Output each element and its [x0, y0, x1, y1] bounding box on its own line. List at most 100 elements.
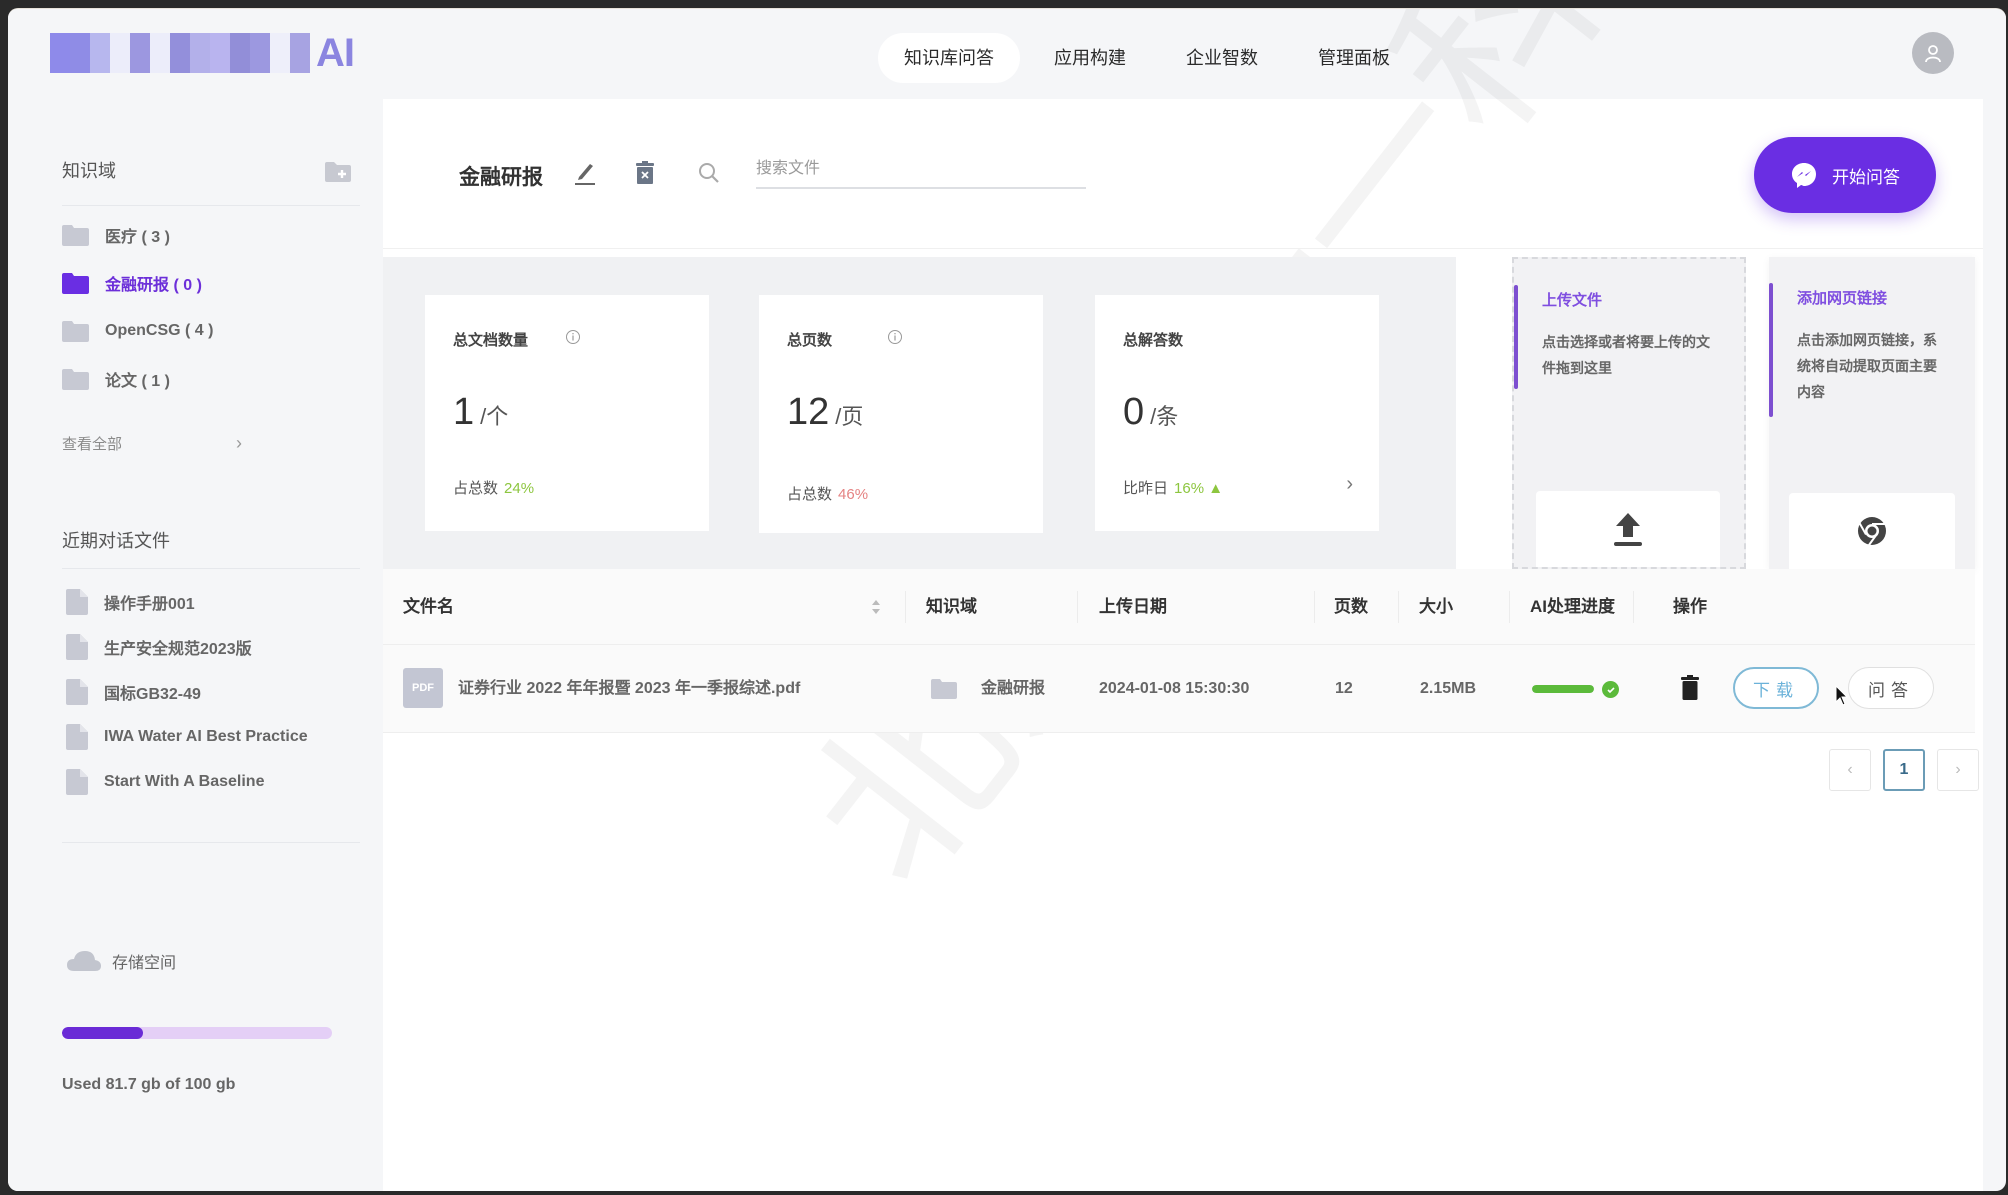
folder-item-finance-research[interactable]: 金融研报 ( 0 ) — [62, 259, 213, 307]
folder-plus-icon — [325, 162, 351, 182]
column-separator — [1509, 591, 1510, 623]
nav-tab-kb-qa[interactable]: 知识库问答 — [878, 33, 1020, 83]
stat-card-total-pages: 总页数 12/页 占总数 46% — [759, 295, 1043, 533]
logo-block — [250, 33, 270, 73]
logo-block — [290, 33, 310, 73]
stat-unit: /页 — [835, 404, 864, 429]
recent-file-item[interactable]: IWA Water AI Best Practice — [66, 714, 308, 759]
stat-footer-label: 占总数 — [787, 486, 833, 503]
check-circle-icon — [1602, 681, 1619, 698]
recent-file-label: 生产安全规范2023版 — [104, 640, 252, 658]
add-web-link-card[interactable]: 添加网页链接 点击添加网页链接，系统将自动提取页面主要内容 — [1769, 257, 1975, 569]
stat-title: 总解答数 — [1123, 332, 1184, 349]
file-icon — [66, 588, 88, 615]
view-all-link[interactable]: 查看全部 › — [62, 429, 242, 457]
nav-tab-admin-panel[interactable]: 管理面板 — [1292, 33, 1416, 83]
recent-file-list: 操作手册001 生产安全规范2023版 国标GB32-49 IWA Water … — [66, 579, 308, 804]
nav-tab-app-build[interactable]: 应用构建 — [1028, 33, 1152, 83]
column-separator — [1398, 591, 1399, 623]
ai-progress-fill — [1532, 685, 1594, 693]
prev-page-button[interactable]: ‹ — [1829, 749, 1871, 791]
divider — [62, 205, 360, 206]
delete-file-icon[interactable] — [1680, 675, 1700, 701]
logo-block — [170, 33, 190, 73]
stat-footer: 占总数 24% — [453, 477, 534, 498]
info-icon[interactable] — [565, 329, 581, 345]
upload-button[interactable] — [1536, 491, 1720, 567]
user-icon — [1925, 45, 1941, 63]
stat-footer-value: 16% ▲ — [1174, 480, 1224, 497]
stat-title: 总页数 — [787, 332, 833, 349]
main-nav: 知识库问答 应用构建 企业智数 管理面板 — [878, 33, 1416, 83]
search-icon — [699, 163, 719, 183]
next-page-button[interactable]: › — [1937, 749, 1979, 791]
table-row[interactable]: PDF 证券行业 2022 年年报暨 2023 年一季报综述.pdf 金融研报 … — [383, 645, 1975, 733]
stat-footer-label: 比昨日 — [1123, 480, 1169, 497]
logo-block — [270, 33, 290, 73]
qa-button[interactable]: 问答 — [1848, 667, 1934, 709]
recent-files-title: 近期对话文件 — [62, 531, 170, 551]
add-folder-button[interactable] — [324, 161, 352, 183]
nav-tab-enterprise-data[interactable]: 企业智数 — [1160, 33, 1284, 83]
logo-mosaic — [50, 33, 310, 73]
recent-file-item[interactable]: 国标GB32-49 — [66, 669, 308, 714]
user-avatar[interactable] — [1912, 32, 1954, 74]
search-files-input[interactable] — [756, 151, 1086, 189]
pdf-file-icon: PDF — [403, 668, 443, 708]
folder-item-papers[interactable]: 论文 ( 1 ) — [62, 355, 213, 403]
recent-file-item[interactable]: Start With A Baseline — [66, 759, 308, 804]
col-header-upload-date: 上传日期 — [1099, 597, 1167, 616]
column-separator — [1633, 591, 1634, 623]
storage-usage-text: Used 81.7 gb of 100 gb — [62, 1076, 236, 1093]
logo-block — [90, 33, 110, 73]
main-panel: 北京柒十一科技 金融研报 开始问答 总文档数量 1/个 占总 — [383, 9, 1983, 1191]
delete-kb-button[interactable] — [629, 157, 661, 189]
add-link-button[interactable] — [1789, 493, 1955, 569]
column-separator — [1314, 591, 1315, 623]
stat-card-total-docs: 总文档数量 1/个 占总数 24% — [425, 295, 709, 531]
divider — [62, 842, 360, 843]
edit-kb-button[interactable] — [569, 157, 601, 189]
col-header-actions: 操作 — [1673, 597, 1707, 616]
view-all-label: 查看全部 — [62, 435, 123, 453]
recent-file-item[interactable]: 操作手册001 — [66, 579, 308, 624]
kb-header: 金融研报 开始问答 — [383, 99, 1983, 249]
info-icon[interactable] — [887, 329, 903, 345]
col-header-size: 大小 — [1419, 597, 1453, 616]
search-button[interactable] — [693, 157, 725, 189]
sort-icon[interactable] — [871, 597, 881, 617]
stat-footer: 占总数 46% — [787, 483, 868, 504]
col-header-ai-progress: AI处理进度 — [1530, 597, 1615, 616]
cell-filename[interactable]: 证券行业 2022 年年报暨 2023 年一季报综述.pdf — [458, 645, 800, 733]
stat-number: 0 — [1123, 391, 1145, 433]
folder-label: 医疗 ( 3 ) — [105, 229, 170, 246]
storage-progress-bar — [62, 1027, 332, 1039]
web-link-title: 添加网页链接 — [1797, 290, 1888, 307]
folder-label: OpenCSG ( 4 ) — [105, 322, 214, 339]
cell-upload-date: 2024-01-08 15:30:30 — [1099, 680, 1250, 697]
logo[interactable]: AI — [50, 31, 355, 75]
recent-file-item[interactable]: 生产安全规范2023版 — [66, 624, 308, 669]
folder-item-opencsg[interactable]: OpenCSG ( 4 ) — [62, 307, 213, 355]
page-number-button[interactable]: 1 — [1883, 749, 1925, 791]
recent-file-label: IWA Water AI Best Practice — [104, 727, 308, 745]
download-button[interactable]: 下载 — [1733, 667, 1819, 709]
folder-list: 医疗 ( 3 ) 金融研报 ( 0 ) OpenCSG ( 4 ) 论文 ( 1… — [62, 211, 213, 403]
logo-block — [130, 33, 150, 73]
cell-pages: 12 — [1335, 680, 1353, 697]
start-qa-button[interactable]: 开始问答 — [1754, 137, 1936, 213]
messenger-icon — [1792, 163, 1816, 188]
app-window: AI 知识库问答 应用构建 企业智数 管理面板 知识域 医疗 ( 3 ) 金融研… — [8, 8, 2006, 1191]
logo-block — [110, 33, 130, 73]
cell-domain: 金融研报 — [981, 680, 1046, 697]
file-icon — [66, 678, 88, 705]
logo-block — [210, 33, 230, 73]
logo-block — [230, 33, 250, 73]
storage-progress-fill — [62, 1027, 143, 1039]
folder-label: 论文 ( 1 ) — [105, 373, 170, 390]
upload-file-card[interactable]: 上传文件 点击选择或者将要上传的文件拖到这里 — [1512, 257, 1746, 569]
stat-footer-value: 46% — [838, 486, 869, 503]
chevron-right-icon[interactable]: › — [1346, 473, 1353, 496]
chevron-right-icon: › — [236, 432, 242, 453]
folder-item-medical[interactable]: 医疗 ( 3 ) — [62, 211, 213, 259]
